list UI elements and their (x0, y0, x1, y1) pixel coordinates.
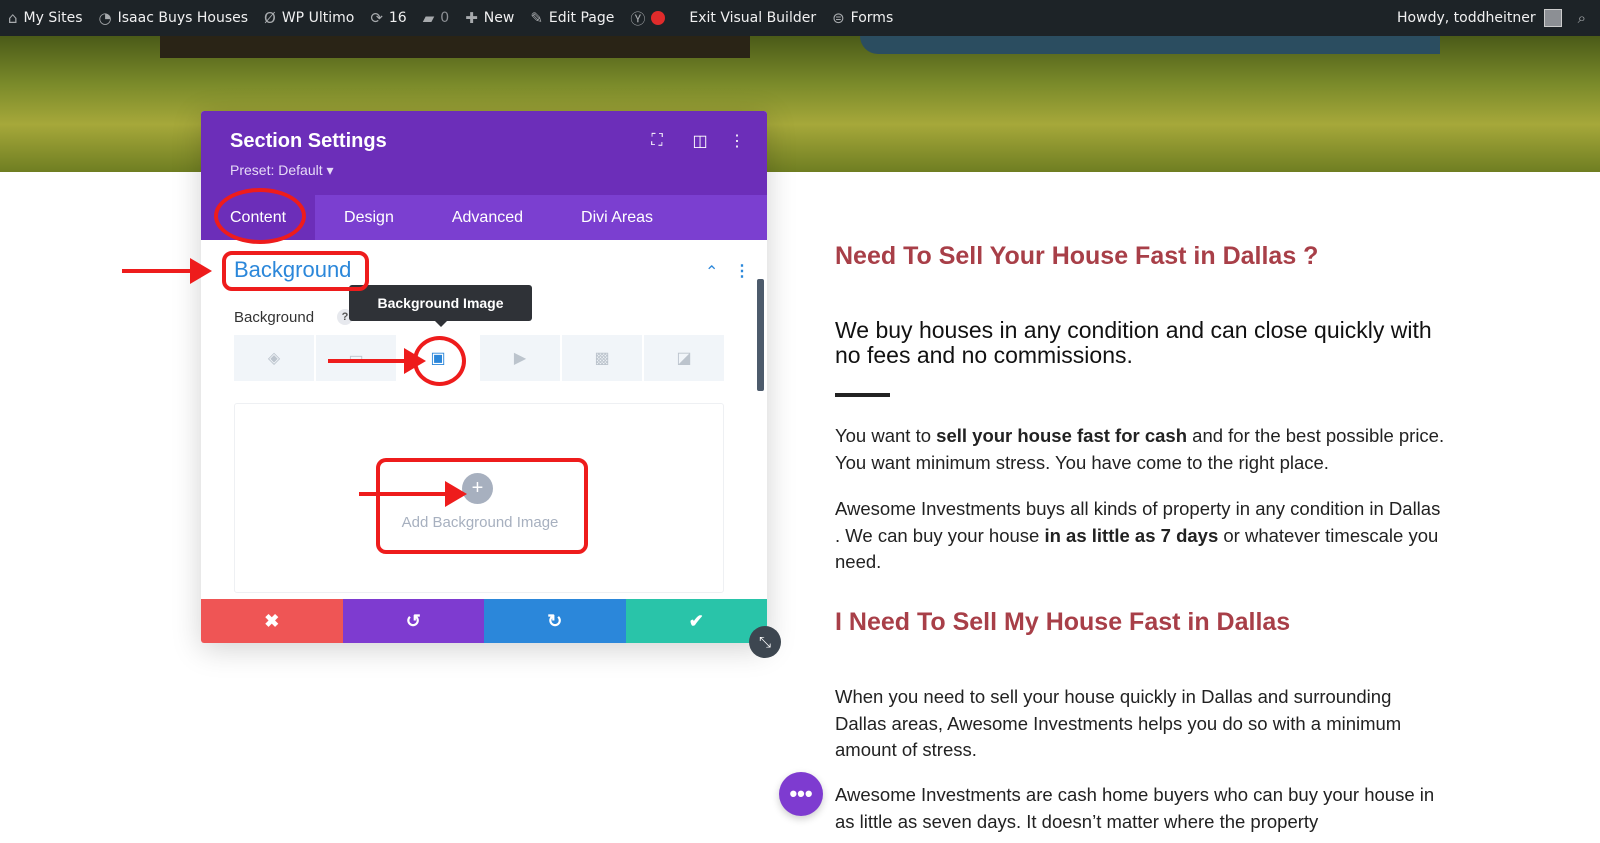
hero-blue-block (860, 36, 1440, 54)
annotation-content-tab-circle (214, 188, 306, 244)
exit-visual-builder-link[interactable]: Exit Visual Builder (681, 0, 824, 36)
admin-bar: ⌂ My Sites ◔ Isaac Buys Houses Ø WP Ultimo … (0, 0, 1600, 36)
redo-button[interactable]: ↻ (484, 599, 626, 643)
refresh-icon: ⟳ (370, 9, 383, 27)
heading-sell-fast: Need To Sell Your House Fast in Dallas ? (835, 242, 1319, 270)
annotation-add-image-box (376, 458, 588, 554)
bg-mask-tab-icon[interactable]: ◪ (644, 335, 724, 381)
scrollbar[interactable] (757, 279, 764, 391)
undo-button[interactable]: ↺ (342, 599, 484, 643)
forms-icon: ⊜ (832, 9, 845, 27)
wp-ultimo-menu[interactable]: Ø WP Ultimo (256, 0, 362, 36)
paragraph-1: You want to sell your house fast for cas… (835, 425, 1445, 473)
section-options-icon[interactable]: ⋮ (734, 261, 750, 281)
section-settings-modal: Section Settings Preset: Default ▾ ⛶ ◫ ⋮… (201, 111, 767, 643)
bg-pattern-tab-icon[interactable]: ▩ (562, 335, 642, 381)
record-dot-icon (651, 11, 666, 25)
site-name-menu[interactable]: ◔ Isaac Buys Houses (91, 0, 257, 36)
network-icon: ⌂ (8, 9, 18, 27)
ultimo-icon: Ø (264, 9, 276, 27)
paragraph-2: Awesome Investments buys all kinds of pr… (835, 498, 1441, 572)
account-menu[interactable]: Howdy, toddheitner (1389, 0, 1570, 36)
paragraph-4: Awesome Investments are cash home buyers… (835, 784, 1435, 832)
resize-handle-icon[interactable]: ⤡ (749, 626, 781, 658)
floating-menu-button[interactable]: ••• (779, 772, 823, 816)
bg-video-tab-icon[interactable]: ▶ (480, 335, 560, 381)
annotation-background-box (222, 251, 369, 291)
forms-menu[interactable]: ⊜ Forms (824, 0, 901, 36)
tab-design[interactable]: Design (315, 195, 423, 240)
divider (835, 393, 890, 397)
tab-divi-areas[interactable]: Divi Areas (552, 195, 682, 240)
background-type-tabs: ◈ ▭ ▣ ▶ ▩ ◪ (234, 335, 724, 381)
search-button[interactable]: ⌕ (1570, 0, 1600, 36)
preset-dropdown[interactable]: Preset: Default ▾ (230, 162, 334, 179)
annotation-arrow-add-image (359, 481, 467, 507)
chevron-up-icon[interactable]: ⌃ (705, 262, 718, 282)
background-image-tooltip: Background Image (349, 285, 532, 327)
search-icon: ⌕ (1577, 9, 1586, 27)
updates-menu[interactable]: ⟳ 16 (362, 0, 414, 36)
heading-need-to-sell: I Need To Sell My House Fast in Dallas (835, 608, 1291, 636)
bg-gradient-tab-icon[interactable]: ▭ (316, 335, 396, 381)
save-button[interactable]: ✔ (625, 599, 767, 643)
plus-icon: ✚ (465, 9, 478, 27)
new-content-menu[interactable]: ✚ New (457, 0, 522, 36)
more-options-icon[interactable]: ⋮ (727, 131, 747, 151)
dashboard-icon: ◔ (98, 9, 112, 27)
tab-advanced[interactable]: Advanced (423, 195, 552, 240)
comments-menu[interactable]: ▰ 0 (415, 0, 457, 36)
edit-page-link[interactable]: ✎ Edit Page (522, 0, 622, 36)
split-view-icon[interactable]: ◫ (690, 131, 710, 151)
fullscreen-icon[interactable]: ⛶ (647, 131, 667, 151)
lead-text: We buy houses in any condition and can c… (835, 317, 1432, 368)
paragraph-3: When you need to sell your house quickly… (835, 686, 1402, 760)
cancel-button[interactable]: ✖ (201, 599, 343, 643)
modal-header: Section Settings Preset: Default ▾ ⛶ ◫ ⋮ (201, 111, 767, 195)
annotation-arrow-image-tab (328, 348, 426, 374)
yoast-menu[interactable]: Ⓨ (622, 0, 681, 36)
background-field-label: Background (234, 309, 315, 326)
pencil-icon: ✎ (530, 9, 543, 27)
avatar (1543, 9, 1562, 27)
annotation-arrow-background (122, 258, 212, 284)
hero-dark-block (160, 36, 750, 58)
bg-color-tab-icon[interactable]: ◈ (234, 335, 314, 381)
modal-title: Section Settings (230, 130, 387, 152)
my-sites-menu[interactable]: ⌂ My Sites (0, 0, 91, 36)
yoast-icon: Ⓨ (630, 9, 646, 28)
comment-icon: ▰ (422, 9, 435, 27)
modal-footer: ✖ ↺ ↻ ✔ (201, 599, 767, 643)
